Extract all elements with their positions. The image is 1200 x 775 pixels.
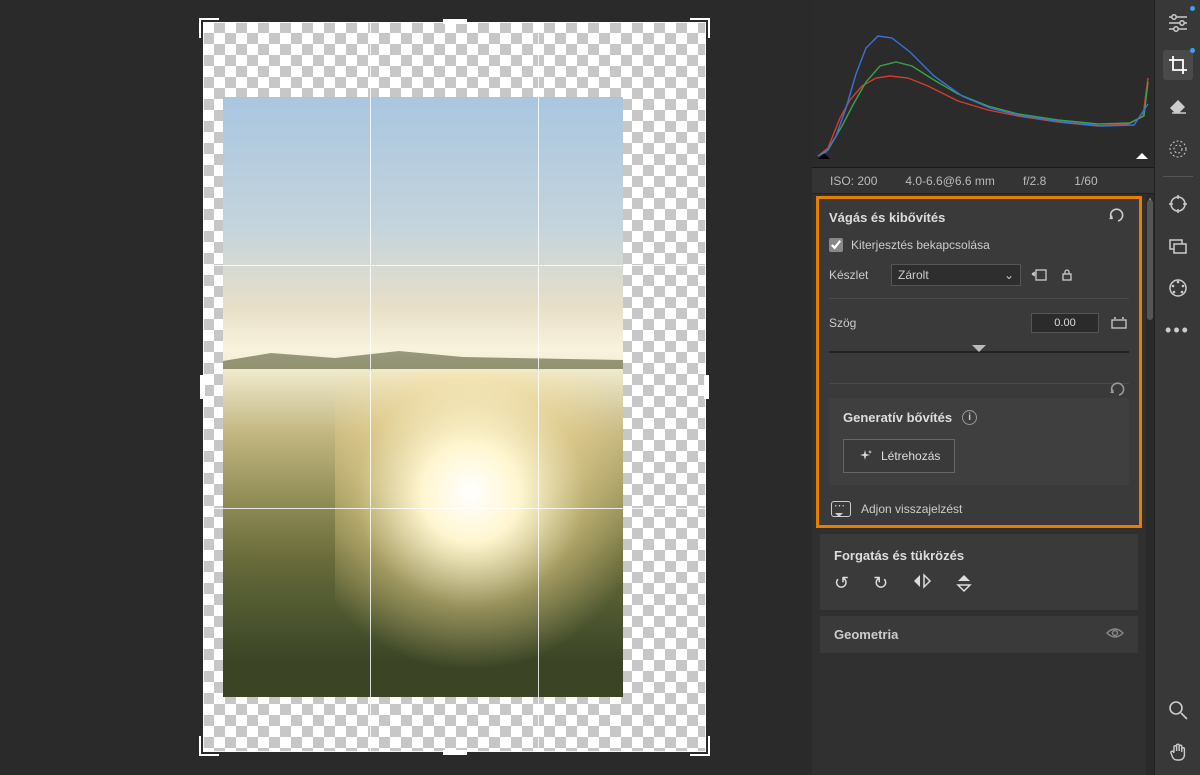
- crop-handle-top[interactable]: [443, 19, 467, 24]
- eyedropper-icon[interactable]: [1163, 189, 1193, 219]
- angle-label: Szög: [829, 316, 856, 330]
- image-content: [223, 97, 623, 697]
- reset-panel-button[interactable]: [1107, 209, 1129, 226]
- adjustments-icon[interactable]: [1163, 8, 1193, 38]
- angle-slider[interactable]: [829, 345, 1129, 359]
- auto-straighten-button[interactable]: [1109, 313, 1129, 333]
- zoom-icon[interactable]: [1163, 695, 1193, 725]
- rotate-right-button[interactable]: ↻: [873, 573, 888, 598]
- geometry-title: Geometria: [834, 627, 898, 642]
- flip-horizontal-button[interactable]: [912, 573, 932, 598]
- gen-title: Generatív bővítés: [843, 410, 952, 425]
- preset-value: Zárolt: [898, 268, 929, 282]
- exif-aperture: f/2.8: [1023, 174, 1046, 188]
- rotate-left-button[interactable]: ↺: [834, 573, 849, 598]
- crop-handle-right[interactable]: [704, 375, 709, 399]
- crop-handle-tr[interactable]: [690, 18, 710, 38]
- chevron-down-icon: ⌄: [1004, 268, 1014, 282]
- hand-tool-icon[interactable]: [1163, 737, 1193, 767]
- eraser-tool-icon[interactable]: [1163, 92, 1193, 122]
- panel-scrollbar[interactable]: ▴: [1146, 194, 1154, 775]
- crop-handle-bottom[interactable]: [443, 750, 467, 755]
- radial-filter-icon[interactable]: [1163, 134, 1193, 164]
- info-icon[interactable]: i: [962, 410, 977, 425]
- generate-button[interactable]: Létrehozás: [843, 439, 955, 473]
- chat-icon: [831, 501, 851, 517]
- right-toolbar: •••: [1154, 0, 1200, 775]
- preset-select[interactable]: Zárolt ⌄: [891, 264, 1021, 286]
- exif-focal: 4.0-6.6@6.6 mm: [905, 174, 995, 188]
- extension-label: Kiterjesztés bekapcsolása: [851, 238, 990, 252]
- angle-input[interactable]: 0.00: [1031, 313, 1099, 333]
- crop-handle-br[interactable]: [690, 736, 710, 756]
- feedback-label: Adjon visszajelzést: [861, 502, 962, 516]
- right-panel: ISO: 200 4.0-6.6@6.6 mm f/2.8 1/60 ▴ Vág…: [812, 0, 1154, 775]
- histogram[interactable]: [812, 0, 1154, 168]
- crop-extend-panel: Vágás és kibővítés Kiterjesztés bekapcso…: [816, 196, 1142, 528]
- gen-undo-button[interactable]: [1110, 383, 1128, 400]
- sparkle-icon: [858, 449, 873, 464]
- feedback-link[interactable]: Adjon visszajelzést: [829, 499, 1129, 519]
- more-icon[interactable]: •••: [1163, 315, 1193, 345]
- rotate-mirror-panel: Forgatás és tükrözés ↺ ↻: [820, 534, 1138, 610]
- preset-label: Készlet: [829, 268, 883, 282]
- geometry-panel-header[interactable]: Geometria: [820, 616, 1138, 653]
- exif-shutter: 1/60: [1074, 174, 1097, 188]
- exif-iso: ISO: 200: [830, 174, 877, 188]
- layers-icon[interactable]: [1163, 231, 1193, 261]
- scrollbar-thumb[interactable]: [1147, 200, 1153, 320]
- crop-handle-left[interactable]: [200, 375, 205, 399]
- flip-vertical-button[interactable]: [956, 573, 972, 598]
- crop-panel-title: Vágás és kibővítés: [829, 210, 945, 225]
- lock-icon[interactable]: [1057, 265, 1077, 285]
- extension-checkbox[interactable]: [829, 238, 843, 252]
- crop-tool-icon[interactable]: [1163, 50, 1193, 80]
- crop-handle-bl[interactable]: [199, 736, 219, 756]
- aspect-swap-button[interactable]: [1029, 265, 1049, 285]
- eye-icon[interactable]: [1106, 626, 1124, 643]
- rotate-title: Forgatás és tükrözés: [834, 548, 964, 563]
- exif-bar: ISO: 200 4.0-6.6@6.6 mm f/2.8 1/60: [812, 168, 1154, 194]
- generative-extend-section: Generatív bővítés i Létrehozás: [829, 398, 1129, 485]
- extension-toggle[interactable]: Kiterjesztés bekapcsolása: [829, 238, 1129, 252]
- crop-handle-tl[interactable]: [199, 18, 219, 38]
- generate-button-label: Létrehozás: [881, 449, 940, 463]
- crop-frame[interactable]: [203, 22, 706, 752]
- editing-canvas: [0, 0, 812, 775]
- color-picker-icon[interactable]: [1163, 273, 1193, 303]
